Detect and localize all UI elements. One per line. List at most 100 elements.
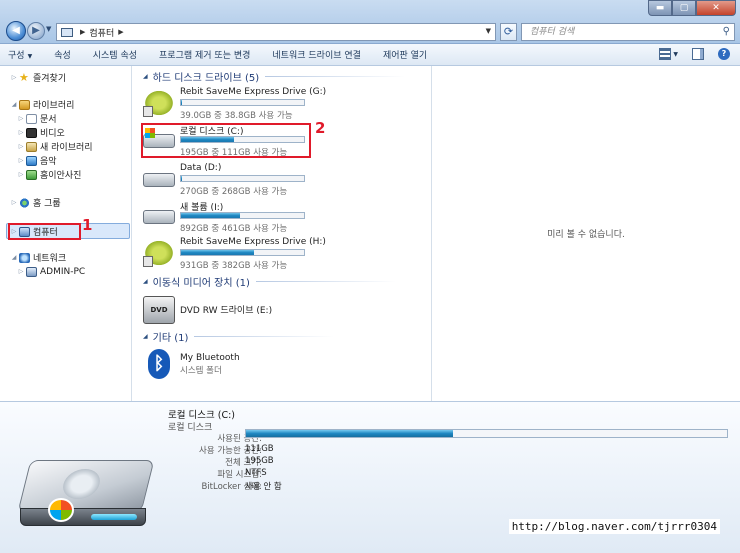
- details-title: 로컬 디스크 (C:): [168, 410, 235, 421]
- drive-item-i[interactable]: 새 볼륨 (I:) 892GB 중 461GB 사용 가능: [143, 200, 315, 234]
- properties-button[interactable]: 속성: [54, 48, 71, 61]
- nav-item-new-library[interactable]: ▷ 새 라이브러리: [17, 139, 93, 154]
- expand-icon[interactable]: ▷: [17, 268, 25, 275]
- search-placeholder: 컴퓨터 검색: [530, 27, 575, 37]
- preview-message: 미리 볼 수 없습니다.: [547, 230, 625, 240]
- preview-pane: 미리 볼 수 없습니다.: [431, 66, 740, 401]
- annotation-number-2: 2: [315, 119, 326, 137]
- drive-item-g[interactable]: Rebit SaveMe Express Drive (G:) 39.0GB 중…: [143, 87, 326, 121]
- hard-drive-icon: [143, 210, 175, 224]
- usb-drive-icon: [143, 239, 175, 267]
- nav-item-music[interactable]: ▷ 음악: [17, 153, 57, 168]
- expand-icon[interactable]: ▷: [10, 199, 18, 206]
- collapse-icon[interactable]: ◢: [10, 101, 18, 108]
- open-control-panel-button[interactable]: 제어판 열기: [383, 48, 427, 61]
- forward-button[interactable]: ▶: [27, 22, 45, 40]
- close-button[interactable]: ✕: [696, 0, 736, 16]
- map-network-drive-button[interactable]: 네트워크 드라이브 연결: [272, 48, 361, 61]
- expand-icon[interactable]: ▷: [17, 157, 25, 164]
- expand-icon[interactable]: ▷: [10, 74, 18, 81]
- group-divider: [194, 335, 335, 337]
- breadcrumb-separator-icon[interactable]: ▶: [80, 28, 85, 36]
- help-icon[interactable]: ?: [718, 48, 730, 60]
- expand-icon[interactable]: ▷: [17, 129, 25, 136]
- nav-item-network[interactable]: ◢ 네트워크: [10, 250, 66, 265]
- change-view-icon[interactable]: [659, 48, 672, 60]
- command-bar: 구성 ▼ 속성 시스템 속성 프로그램 제거 또는 변경 네트워크 드라이브 연결…: [0, 44, 740, 66]
- window-controls: ▬ ▢ ✕: [648, 0, 736, 16]
- network-icon: [19, 252, 30, 263]
- group-divider: [265, 75, 406, 77]
- group-divider: [255, 280, 396, 282]
- drive-usage-bar: [180, 212, 305, 219]
- nav-item-favorites[interactable]: ▷ ★ 즐겨찾기: [10, 70, 66, 85]
- nav-item-pictures[interactable]: ▷ 홈이안사진: [17, 167, 81, 182]
- nav-item-libraries[interactable]: ◢ 라이브러리: [10, 97, 74, 112]
- windows-drive-large-icon: [17, 452, 156, 534]
- nav-item-videos[interactable]: ▷ 비디오: [17, 125, 65, 140]
- back-button[interactable]: ◀: [6, 21, 26, 41]
- recent-pages-chevron-down-icon[interactable]: ▼: [46, 25, 51, 33]
- address-bar[interactable]: ▶ 컴퓨터 ▶ ▼: [56, 23, 496, 41]
- pc-icon: [26, 266, 37, 277]
- collapse-icon[interactable]: ◢: [143, 278, 148, 285]
- address-chevron-down-icon[interactable]: ▼: [486, 27, 491, 35]
- nav-item-admin-pc[interactable]: ▷ ADMIN-PC: [17, 264, 85, 279]
- bluetooth-icon: ᛒ: [148, 349, 170, 379]
- minimize-button[interactable]: ▬: [648, 0, 672, 16]
- view-controls: ▼ ?: [659, 48, 730, 60]
- usb-drive-icon: [143, 89, 175, 117]
- nav-item-documents[interactable]: ▷ 문서: [17, 111, 57, 126]
- annotation-box-2: [141, 123, 311, 158]
- search-input[interactable]: 컴퓨터 검색 ⚲: [521, 23, 735, 41]
- preview-pane-icon[interactable]: [692, 48, 704, 60]
- search-icon[interactable]: ⚲: [723, 24, 730, 40]
- music-icon: [26, 155, 37, 166]
- organize-button[interactable]: 구성 ▼: [8, 48, 32, 61]
- drive-usage-bar: [180, 175, 305, 182]
- bluetooth-item[interactable]: ᛒ My Bluetooth 시스템 폴더: [143, 349, 315, 383]
- video-icon: [26, 127, 37, 138]
- dvd-drive-icon: DVD: [143, 296, 175, 324]
- annotation-number-1: 1: [82, 216, 93, 234]
- details-free-space: 사용 가능한 공간: 111GB: [198, 444, 274, 456]
- title-bar: ▬ ▢ ✕ ◀ ▶ ▼ ▶ 컴퓨터 ▶ ▼ ⟳ 컴퓨터 검색 ⚲: [0, 0, 740, 44]
- star-icon: ★: [19, 70, 29, 84]
- breadcrumb-separator-icon[interactable]: ▶: [118, 28, 123, 36]
- group-header-hard-disks[interactable]: ◢ 하드 디스크 드라이브 (5): [143, 69, 406, 84]
- collapse-icon[interactable]: ◢: [143, 333, 148, 340]
- document-icon: [26, 113, 37, 124]
- details-file-system: 파일 시스템: NTFS: [217, 468, 267, 480]
- collapse-icon[interactable]: ◢: [143, 73, 148, 80]
- uninstall-program-button[interactable]: 프로그램 제거 또는 변경: [159, 48, 250, 61]
- library-icon: [26, 141, 37, 152]
- nav-item-homegroup[interactable]: ▷ 홈 그룹: [10, 195, 61, 210]
- homegroup-icon: [19, 197, 30, 208]
- expand-icon[interactable]: ▷: [17, 143, 25, 150]
- details-total-size: 전체 크기: 195GB: [225, 456, 274, 468]
- drive-usage-bar: [180, 249, 305, 256]
- expand-icon[interactable]: ▷: [17, 115, 25, 122]
- drive-item-d[interactable]: Data (D:) 270GB 중 268GB 사용 가능: [143, 163, 315, 197]
- details-usage-bar: [245, 429, 728, 438]
- collapse-icon[interactable]: ◢: [10, 254, 18, 261]
- drive-item-dvd[interactable]: DVD DVD RW 드라이브 (E:): [143, 294, 315, 328]
- content-pane: ◢ 하드 디스크 드라이브 (5) Rebit SaveMe Express D…: [133, 66, 430, 401]
- group-header-removable[interactable]: ◢ 이동식 미디어 장치 (1): [143, 274, 396, 289]
- refresh-button[interactable]: ⟳: [500, 23, 517, 41]
- library-icon: [19, 99, 30, 110]
- breadcrumb-computer[interactable]: 컴퓨터: [89, 26, 114, 39]
- watermark: http://blog.naver.com/tjrrr0304: [508, 519, 720, 534]
- hard-drive-icon: [143, 173, 175, 187]
- drive-usage-bar: [180, 99, 305, 106]
- details-bitlocker: BitLocker 상태: 사용 안 함: [201, 482, 282, 492]
- system-properties-button[interactable]: 시스템 속성: [93, 48, 137, 61]
- maximize-button[interactable]: ▢: [672, 0, 696, 16]
- pictures-icon: [26, 169, 37, 180]
- group-header-other[interactable]: ◢ 기타 (1): [143, 329, 335, 344]
- expand-icon[interactable]: ▷: [17, 171, 25, 178]
- windows-logo-icon: [48, 498, 74, 522]
- drive-item-h[interactable]: Rebit SaveMe Express Drive (H:) 931GB 중 …: [143, 237, 326, 271]
- annotation-box-1: [8, 223, 81, 240]
- view-chevron-down-icon[interactable]: ▼: [673, 51, 678, 58]
